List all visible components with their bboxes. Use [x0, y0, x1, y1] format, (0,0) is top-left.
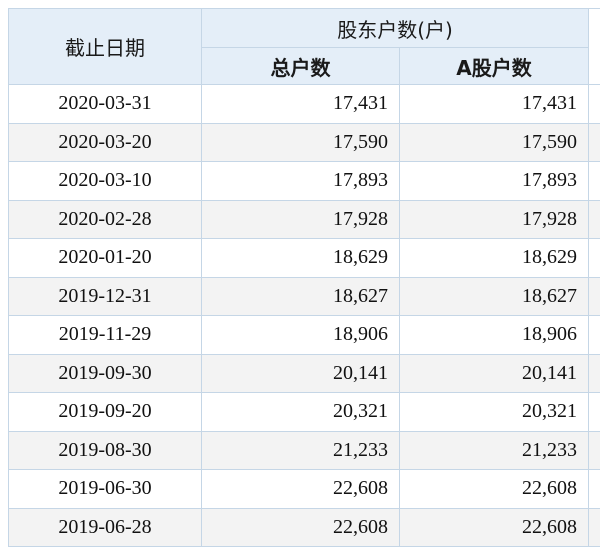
cell-date: 2020-01-20: [9, 239, 202, 278]
cell-a-share-holders: 22,608: [400, 508, 589, 547]
cell-a-share-holders: 21,233: [400, 431, 589, 470]
cell-overflow: [589, 200, 600, 239]
table-row: 2020-03-3117,43117,431: [9, 85, 600, 124]
cell-overflow: [589, 85, 600, 124]
cell-date: 2020-03-31: [9, 85, 202, 124]
cell-date: 2019-09-30: [9, 354, 202, 393]
table-row: 2020-03-1017,89317,893: [9, 162, 600, 201]
header-shareholder-group: 股东户数(户): [202, 9, 589, 48]
cell-date: 2019-08-30: [9, 431, 202, 470]
cell-date: 2019-06-30: [9, 470, 202, 509]
cell-a-share-holders: 18,906: [400, 316, 589, 355]
cell-a-share-holders: 17,590: [400, 123, 589, 162]
cell-a-share-holders: 17,431: [400, 85, 589, 124]
cell-total-holders: 22,608: [202, 470, 400, 509]
table-row: 2019-06-3022,60822,608: [9, 470, 600, 509]
cell-a-share-holders: 17,893: [400, 162, 589, 201]
cell-total-holders: 21,233: [202, 431, 400, 470]
cell-date: 2020-03-20: [9, 123, 202, 162]
cell-date: 2019-12-31: [9, 277, 202, 316]
table-row: 2020-01-2018,62918,629: [9, 239, 600, 278]
cell-overflow: [589, 431, 600, 470]
cell-total-holders: 20,321: [202, 393, 400, 432]
shareholder-table-container: 截止日期 股东户数(户) 总户数 A股户数 2020-03-3117,43117…: [8, 8, 600, 547]
cell-overflow: [589, 277, 600, 316]
cell-overflow: [589, 354, 600, 393]
table-row: 2019-06-2822,60822,608: [9, 508, 600, 547]
header-a-share-holders[interactable]: A股户数: [400, 48, 589, 85]
table-row: 2020-02-2817,92817,928: [9, 200, 600, 239]
table-row: 2019-12-3118,62718,627: [9, 277, 600, 316]
cell-a-share-holders: 18,629: [400, 239, 589, 278]
cell-a-share-holders: 22,608: [400, 470, 589, 509]
header-date[interactable]: 截止日期: [9, 9, 202, 85]
cell-overflow: [589, 123, 600, 162]
table-row: 2020-03-2017,59017,590: [9, 123, 600, 162]
cell-overflow: [589, 508, 600, 547]
cell-overflow: [589, 239, 600, 278]
cell-total-holders: 17,928: [202, 200, 400, 239]
cell-date: 2019-09-20: [9, 393, 202, 432]
cell-date: 2019-11-29: [9, 316, 202, 355]
table-header: 截止日期 股东户数(户) 总户数 A股户数: [9, 9, 600, 85]
cell-a-share-holders: 18,627: [400, 277, 589, 316]
cell-overflow: [589, 393, 600, 432]
cell-total-holders: 18,906: [202, 316, 400, 355]
cell-total-holders: 18,627: [202, 277, 400, 316]
table-row: 2019-11-2918,90618,906: [9, 316, 600, 355]
cell-overflow: [589, 162, 600, 201]
cell-total-holders: 17,590: [202, 123, 400, 162]
cell-date: 2020-03-10: [9, 162, 202, 201]
header-overflow-cell: [589, 9, 600, 85]
cell-total-holders: 22,608: [202, 508, 400, 547]
cell-total-holders: 20,141: [202, 354, 400, 393]
cell-total-holders: 17,431: [202, 85, 400, 124]
cell-date: 2019-06-28: [9, 508, 202, 547]
cell-total-holders: 18,629: [202, 239, 400, 278]
cell-overflow: [589, 316, 600, 355]
header-total-holders[interactable]: 总户数: [202, 48, 400, 85]
table-row: 2019-09-3020,14120,141: [9, 354, 600, 393]
cell-a-share-holders: 20,141: [400, 354, 589, 393]
cell-total-holders: 17,893: [202, 162, 400, 201]
shareholder-count-table: 截止日期 股东户数(户) 总户数 A股户数 2020-03-3117,43117…: [8, 8, 600, 547]
cell-a-share-holders: 17,928: [400, 200, 589, 239]
cell-overflow: [589, 470, 600, 509]
cell-a-share-holders: 20,321: [400, 393, 589, 432]
cell-date: 2020-02-28: [9, 200, 202, 239]
table-row: 2019-09-2020,32120,321: [9, 393, 600, 432]
table-row: 2019-08-3021,23321,233: [9, 431, 600, 470]
table-body: 2020-03-3117,43117,4312020-03-2017,59017…: [9, 85, 600, 547]
